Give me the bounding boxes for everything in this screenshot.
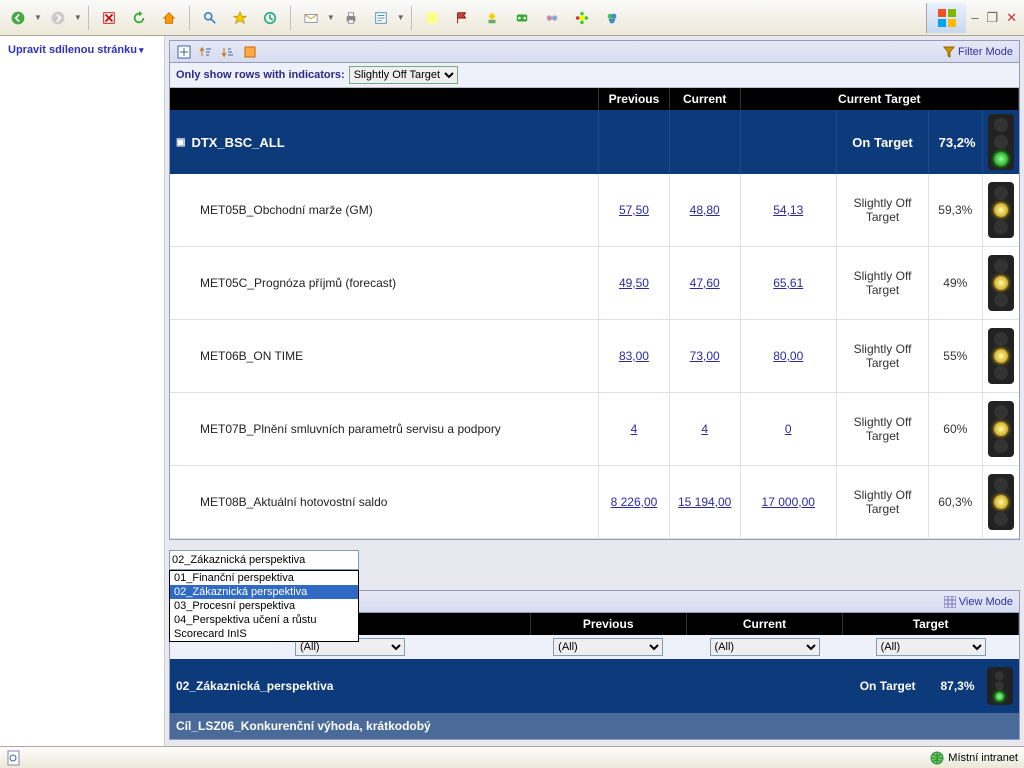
filter-row: Only show rows with indicators: Slightly… xyxy=(170,63,1019,88)
funnel-icon xyxy=(943,46,955,58)
dropdown-option[interactable]: 03_Procesní perspektiva xyxy=(170,599,358,613)
toolbar-icon-1[interactable] xyxy=(176,44,192,60)
target-value[interactable]: 54,13 xyxy=(773,203,803,217)
indicator-filter-select[interactable]: Slightly Off Target xyxy=(349,66,458,84)
sort-asc-icon[interactable] xyxy=(198,44,214,60)
traffic-light-icon xyxy=(988,182,1014,238)
main-content: Filter Mode Only show rows with indicato… xyxy=(165,36,1024,746)
curr-value[interactable]: 48,80 xyxy=(690,203,720,217)
misc-icon-3[interactable] xyxy=(538,4,566,32)
history-button[interactable] xyxy=(256,4,284,32)
dropdown-option[interactable]: 02_Zákaznická perspektiva xyxy=(170,585,358,599)
filter-all-2[interactable]: (All) xyxy=(553,638,663,656)
ie-toolbar: ▼ ▼ ▼ ▼ – ❐ ✕ xyxy=(0,0,1024,36)
refresh-button[interactable] xyxy=(125,4,153,32)
filter-mode-link[interactable]: Filter Mode xyxy=(943,46,1013,58)
sub-row[interactable]: Cíl_LSZ06_Konkurenční výhoda, krátkodobý xyxy=(170,713,1019,739)
scorecard-table-1: Previous Current Current Target ▣DTX_BSC… xyxy=(170,88,1019,539)
traffic-light-icon xyxy=(988,401,1014,457)
scorecard-panel-1: Filter Mode Only show rows with indicato… xyxy=(169,40,1020,540)
ie-page-icon xyxy=(6,750,22,766)
dropdown-option[interactable]: 01_Finanční perspektiva xyxy=(170,571,358,585)
table-row: MET06B_ON TIME 83,00 73,00 80,00 Slightl… xyxy=(170,320,1019,393)
flag-icon[interactable] xyxy=(448,4,476,32)
dropdown-option[interactable]: 04_Perspektiva učení a růstu xyxy=(170,613,358,627)
collapse-icon[interactable]: ▣ xyxy=(176,137,185,148)
traffic-light-icon xyxy=(988,114,1014,170)
print-button[interactable] xyxy=(337,4,365,32)
toolbar-icon-4[interactable] xyxy=(242,44,258,60)
home-button[interactable] xyxy=(155,4,183,32)
dropdown-option[interactable]: Scorecard InIS xyxy=(170,627,358,641)
left-sidebar: Upravit sdílenou stránku xyxy=(0,36,165,746)
perspective-dropdown[interactable]: 01_Finanční perspektiva 02_Zákaznická pe… xyxy=(169,550,359,570)
misc-icon-2[interactable] xyxy=(508,4,536,32)
restore-button[interactable]: ❐ xyxy=(983,10,1001,26)
windows-flag-icon xyxy=(926,3,966,33)
table-row: MET05C_Prognóza příjmů (forecast) 49,50 … xyxy=(170,247,1019,320)
sort-desc-icon[interactable] xyxy=(220,44,236,60)
table-row: MET08B_Aktuální hotovostní saldo 8 226,0… xyxy=(170,466,1019,539)
minimize-button[interactable]: – xyxy=(968,10,981,25)
col-previous: Previous xyxy=(599,88,670,110)
stop-button[interactable] xyxy=(95,4,123,32)
filter-all-4[interactable]: (All) xyxy=(876,638,986,656)
perspective-options: 01_Finanční perspektiva 02_Zákaznická pe… xyxy=(169,570,359,642)
col-current: Current xyxy=(669,88,740,110)
table-row: MET07B_Plnění smluvních parametrů servis… xyxy=(170,393,1019,466)
group-row[interactable]: ▣DTX_BSC_ALL On Target 73,2% xyxy=(170,110,1019,174)
col-name xyxy=(170,88,599,110)
favorites-button[interactable] xyxy=(226,4,254,32)
back-button[interactable] xyxy=(4,4,32,32)
metric-name: MET05B_Obchodní marže (GM) xyxy=(170,174,599,247)
traffic-light-icon xyxy=(988,328,1014,384)
grid-icon xyxy=(944,596,956,608)
table-row: MET05B_Obchodní marže (GM) 57,50 48,80 5… xyxy=(170,174,1019,247)
traffic-light-icon xyxy=(987,667,1013,705)
note-button[interactable] xyxy=(418,4,446,32)
view-mode-link[interactable]: View Mode xyxy=(944,596,1013,608)
zone-text: Místní intranet xyxy=(948,752,1018,764)
col-target: Current Target xyxy=(740,88,1018,110)
perspective-selected[interactable] xyxy=(169,550,359,570)
icq-icon[interactable] xyxy=(568,4,596,32)
mail-button[interactable] xyxy=(297,4,325,32)
edit-shared-page-link[interactable]: Upravit sdílenou stránku xyxy=(8,44,144,56)
edit-button[interactable] xyxy=(367,4,395,32)
intranet-zone-icon xyxy=(930,751,944,765)
search-button[interactable] xyxy=(196,4,224,32)
messenger-icon[interactable] xyxy=(598,4,626,32)
traffic-light-icon xyxy=(988,474,1014,530)
forward-button[interactable] xyxy=(44,4,72,32)
filter-label: Only show rows with indicators: xyxy=(176,69,345,81)
group-row-2[interactable]: 02_Zákaznická_perspektiva On Target 87,3… xyxy=(170,659,1019,713)
panel1-toolbar: Filter Mode xyxy=(170,41,1019,63)
prev-value[interactable]: 57,50 xyxy=(619,203,649,217)
traffic-light-icon xyxy=(988,255,1014,311)
filter-all-3[interactable]: (All) xyxy=(710,638,820,656)
close-button[interactable]: ✕ xyxy=(1003,10,1020,26)
misc-icon-1[interactable] xyxy=(478,4,506,32)
status-bar: Místní intranet xyxy=(0,746,1024,768)
